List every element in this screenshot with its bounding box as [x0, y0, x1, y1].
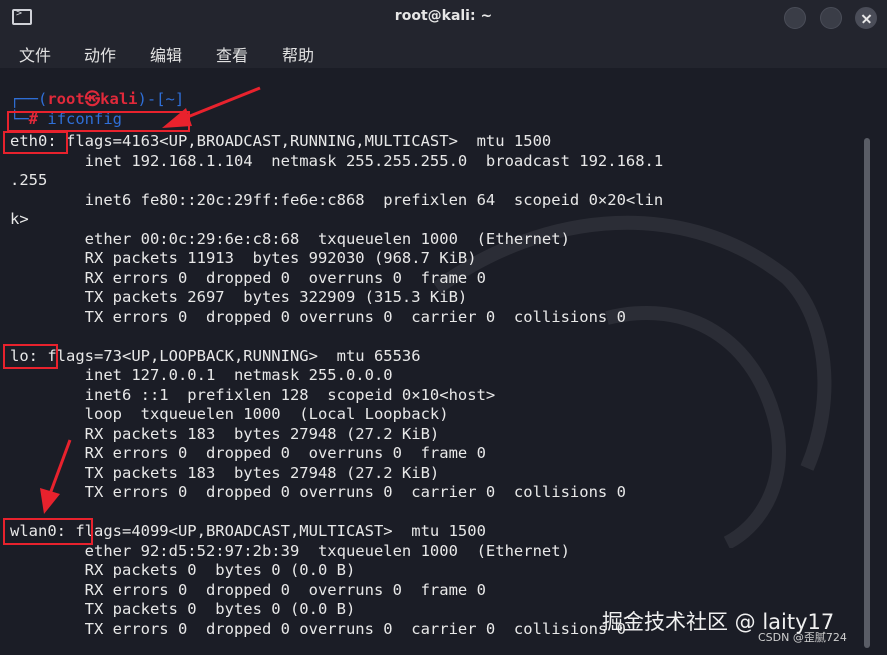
menu-item-actions[interactable]: 动作 — [84, 42, 116, 66]
output-line: RX packets 0 bytes 0 (0.0 B) — [10, 561, 356, 579]
menu-bar: 文件 动作 编辑 查看 帮助 — [0, 34, 887, 68]
output-line: TX errors 0 dropped 0 overruns 0 carrier… — [10, 483, 626, 501]
menu-item-edit[interactable]: 编辑 — [150, 42, 182, 66]
output-line: loop txqueuelen 1000 (Local Loopback) — [10, 405, 449, 423]
output-line: k> — [10, 210, 29, 228]
output-line: RX errors 0 dropped 0 overruns 0 frame 0 — [10, 580, 486, 599]
output-line: ether 92:d5:52:97:2b:39 txqueuelen 1000 … — [10, 541, 570, 560]
output-line: inet 192.168.1.104 netmask 255.255.255.0… — [10, 151, 664, 170]
minimize-button[interactable] — [784, 7, 806, 29]
output-line: .255 — [10, 171, 48, 189]
menu-item-file[interactable]: 文件 — [19, 42, 51, 66]
output-line: TX errors 0 dropped 0 overruns 0 carrier… — [10, 619, 626, 638]
output-line: RX errors 0 dropped 0 overruns 0 frame 0 — [10, 268, 486, 287]
terminal-area[interactable]: ┌──(root㉿kali)-[~] └─# ifconfig eth0: fl… — [0, 68, 887, 655]
output-line: TX packets 0 bytes 0 (0.0 B) — [10, 600, 356, 618]
annotation-box-eth0 — [3, 131, 68, 154]
annotation-arrow-command — [162, 86, 261, 128]
output-line: eth0: flags=4163<UP,BROADCAST,RUNNING,MU… — [10, 132, 552, 150]
output-line: ether 00:0c:29:6e:c8:68 txqueuelen 1000 … — [10, 229, 570, 248]
scrollbar[interactable] — [864, 138, 870, 648]
title-bar: root@kali: ~ — [0, 0, 887, 34]
maximize-button[interactable] — [820, 7, 842, 29]
annotation-box-wlan0 — [3, 518, 93, 545]
menu-item-help[interactable]: 帮助 — [282, 42, 314, 66]
output-line: RX errors 0 dropped 0 overruns 0 frame 0 — [10, 444, 486, 462]
output-line: TX packets 2697 bytes 322909 (315.3 KiB) — [10, 288, 468, 306]
csdn-watermark: CSDN @歪腻724 — [758, 631, 847, 644]
output-line: inet6 fe80::20c:29ff:fe6e:c868 prefixlen… — [10, 190, 664, 209]
output-line: TX errors 0 dropped 0 overruns 0 carrier… — [10, 307, 626, 326]
menu-item-view[interactable]: 查看 — [216, 42, 248, 66]
close-button[interactable] — [855, 7, 877, 29]
annotation-box-lo — [3, 344, 58, 369]
output-line: lo: flags=73<UP,LOOPBACK,RUNNING> mtu 65… — [10, 346, 421, 365]
output-line: inet6 ::1 prefixlen 128 scopeid 0×10<hos… — [10, 385, 496, 404]
output-line: inet 127.0.0.1 netmask 255.0.0.0 — [10, 366, 393, 384]
annotation-arrow-wlan0 — [40, 439, 72, 514]
window-title: root@kali: ~ — [394, 8, 493, 24]
output-line: RX packets 11913 bytes 992030 (968.7 KiB… — [10, 249, 477, 267]
